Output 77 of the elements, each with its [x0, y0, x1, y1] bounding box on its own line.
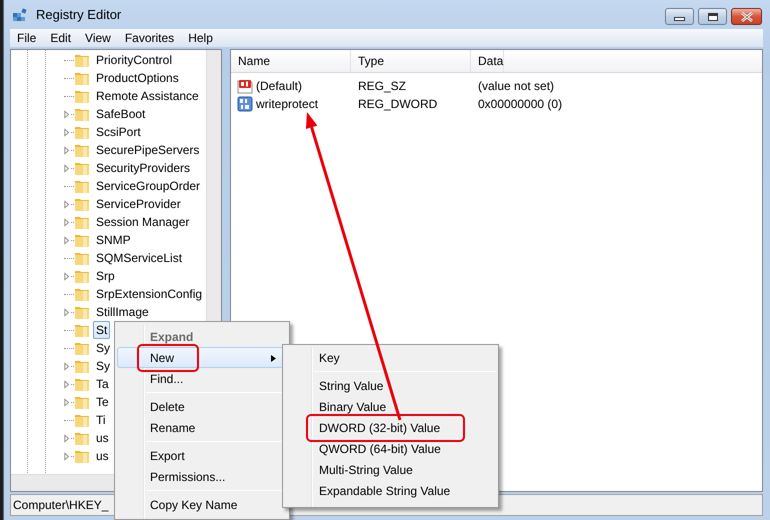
- folder-icon: [74, 358, 90, 374]
- column-header[interactable]: Type: [351, 50, 471, 72]
- folder-icon: [74, 286, 90, 302]
- folder-icon: [74, 70, 90, 86]
- folder-icon: [74, 88, 90, 104]
- tree-item[interactable]: us: [93, 447, 112, 465]
- folder-icon: [74, 268, 90, 284]
- menu-item[interactable]: String Value: [285, 375, 496, 396]
- folder-icon: [74, 52, 90, 68]
- string-value-icon: [237, 78, 253, 94]
- tree-item[interactable]: SQMServiceList: [93, 249, 186, 267]
- tree-item[interactable]: SecurePipeServers: [93, 141, 202, 159]
- tree-item[interactable]: Remote Assistance: [93, 87, 202, 105]
- menu-item[interactable]: DWORD (32-bit) Value: [285, 417, 496, 438]
- close-icon: [740, 12, 754, 22]
- tree-item[interactable]: SecurityProviders: [93, 159, 194, 177]
- menu-item[interactable]: QWORD (64-bit) Value: [285, 438, 496, 459]
- folder-icon: [74, 376, 90, 392]
- tree-item[interactable]: SafeBoot: [93, 105, 148, 123]
- tree-item[interactable]: SrpExtensionConfig: [93, 285, 206, 303]
- tree-item[interactable]: StillImage: [93, 303, 152, 321]
- folder-icon: [74, 322, 90, 338]
- folder-icon: [74, 430, 90, 446]
- folder-icon: [74, 394, 90, 410]
- menu-item[interactable]: Favorites: [118, 29, 182, 47]
- minimize-icon: [674, 17, 685, 21]
- value-type: REG_DWORD: [357, 96, 438, 113]
- tree-item[interactable]: Sy: [93, 357, 114, 375]
- tree-item[interactable]: Ta: [93, 375, 112, 393]
- tree-item[interactable]: St: [93, 321, 110, 339]
- folder-icon: [74, 250, 90, 266]
- close-button[interactable]: [731, 8, 762, 25]
- tree-item[interactable]: Session Manager: [93, 213, 192, 231]
- tree-item[interactable]: Srp: [93, 267, 118, 285]
- tree-item[interactable]: ScsiPort: [93, 123, 144, 141]
- value-name[interactable]: writeprotect: [256, 95, 318, 113]
- value-type: REG_SZ: [357, 78, 408, 95]
- tree-item[interactable]: SNMP: [93, 231, 134, 249]
- menu-item[interactable]: Key: [285, 347, 496, 368]
- column-header[interactable]: Data: [471, 50, 504, 72]
- folder-icon: [74, 214, 90, 230]
- column-header[interactable]: Name: [231, 50, 351, 72]
- tree-item[interactable]: us: [93, 429, 112, 447]
- folder-icon: [74, 106, 90, 122]
- submenu-arrow-icon: [271, 355, 276, 362]
- tree-item[interactable]: Te: [93, 393, 112, 411]
- folder-icon: [74, 304, 90, 320]
- folder-icon: [74, 142, 90, 158]
- tree-item[interactable]: ProductOptions: [93, 69, 182, 87]
- minimize-button[interactable]: [665, 8, 694, 25]
- value-data: 0x00000000 (0): [477, 96, 562, 113]
- value-name[interactable]: (Default): [256, 77, 302, 95]
- menu-item[interactable]: Help: [181, 29, 220, 47]
- value-data: (value not set): [477, 78, 554, 95]
- folder-icon: [74, 196, 90, 212]
- binary-value-icon: [237, 96, 253, 112]
- tree-item[interactable]: ServiceProvider: [93, 195, 184, 213]
- folder-icon: [74, 448, 90, 464]
- folder-icon: [74, 124, 90, 140]
- menu-item[interactable]: View: [78, 29, 118, 47]
- highlight-box: [137, 344, 200, 372]
- tree-item[interactable]: Ti: [93, 411, 109, 429]
- maximize-button[interactable]: [698, 8, 727, 25]
- folder-icon: [74, 232, 90, 248]
- menu-item[interactable]: Binary Value: [285, 396, 496, 417]
- tree-item[interactable]: Sy: [93, 339, 114, 357]
- folder-icon: [74, 340, 90, 356]
- folder-icon: [74, 160, 90, 176]
- tree-item[interactable]: PriorityControl: [93, 51, 176, 69]
- window-title: Registry Editor: [36, 6, 122, 24]
- tree-item[interactable]: ServiceGroupOrder: [93, 177, 204, 195]
- menu-item[interactable]: Edit: [43, 29, 78, 47]
- menu-item[interactable]: Multi-String Value: [285, 459, 496, 480]
- folder-icon: [74, 412, 90, 428]
- folder-icon: [74, 178, 90, 194]
- menu-item[interactable]: File: [10, 29, 44, 47]
- maximize-icon: [708, 12, 718, 20]
